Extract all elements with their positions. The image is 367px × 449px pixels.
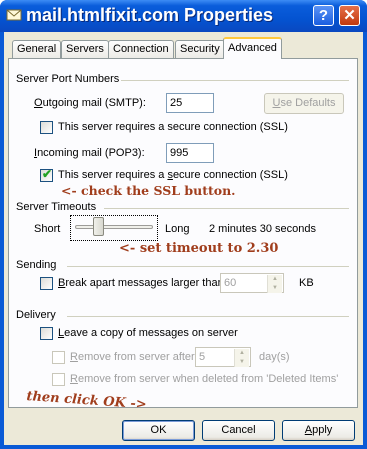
- sending-group-title: Sending: [16, 259, 57, 271]
- spin-down-icon: ▼: [272, 285, 278, 291]
- remove-deleted-checkbox[interactable]: [52, 373, 65, 386]
- leave-copy-label: Leave a copy of messages on server: [58, 327, 238, 339]
- spin-down-icon: ▼: [239, 359, 245, 365]
- break-apart-checkbox[interactable]: [40, 277, 53, 290]
- ok-annotation: then click OK ->: [25, 389, 148, 413]
- group-divider: [104, 208, 349, 209]
- dialog-client-area: General Servers Connection Security Adva…: [4, 32, 363, 445]
- group-divider: [121, 80, 349, 81]
- outgoing-ssl-label: This server requires a secure connection…: [58, 121, 288, 133]
- use-defaults-button[interactable]: Use Defaults: [264, 93, 344, 114]
- tab-servers[interactable]: Servers: [61, 40, 109, 58]
- remove-deleted-label: Remove from server when deleted from 'De…: [70, 373, 339, 385]
- spin-up-icon: ▲: [272, 276, 278, 282]
- server-ports-group-title: Server Port Numbers: [16, 73, 120, 85]
- incoming-ssl-label: This server requires a secure connection…: [58, 169, 288, 181]
- tab-advanced[interactable]: Advanced: [223, 37, 282, 59]
- leave-copy-checkbox[interactable]: [40, 327, 53, 340]
- break-apart-label: Break apart messages larger than: [58, 277, 224, 289]
- delivery-group-title: Delivery: [16, 309, 56, 321]
- help-button[interactable]: ?: [313, 5, 334, 26]
- properties-dialog: mail.htmlfixit.com Properties ? ✕ Genera…: [0, 0, 367, 449]
- title-bar[interactable]: mail.htmlfixit.com Properties ? ✕: [0, 0, 367, 32]
- remove-after-days-value: 5: [199, 351, 206, 363]
- break-apart-unit: KB: [299, 277, 314, 289]
- timeout-annotation: <- set timeout to 2.30: [119, 241, 279, 256]
- tab-general[interactable]: General: [12, 40, 62, 58]
- checkmark-icon: ✔: [42, 167, 53, 181]
- remove-after-unit: day(s): [259, 351, 290, 363]
- tab-connection[interactable]: Connection: [108, 40, 174, 58]
- incoming-port-input[interactable]: 995: [166, 143, 214, 163]
- group-divider: [67, 316, 349, 317]
- timeout-value: 2 minutes 30 seconds: [209, 223, 317, 235]
- outgoing-mail-label: Outgoing mail (SMTP):: [34, 97, 146, 109]
- envelope-icon: [6, 9, 22, 21]
- incoming-mail-label: Incoming mail (POP3):: [34, 147, 145, 159]
- remove-after-spinner[interactable]: ▲ ▼: [234, 349, 249, 367]
- timeout-slider-thumb[interactable]: [93, 217, 105, 236]
- server-timeouts-group-title: Server Timeouts: [16, 201, 97, 213]
- window-title: mail.htmlfixit.com Properties: [26, 5, 274, 25]
- close-button[interactable]: ✕: [339, 5, 360, 26]
- timeout-long-label: Long: [165, 223, 190, 235]
- remove-after-checkbox[interactable]: [52, 351, 65, 364]
- timeout-short-label: Short: [34, 223, 61, 235]
- timeout-slider-track[interactable]: [75, 225, 153, 229]
- incoming-ssl-checkbox[interactable]: ✔: [40, 167, 53, 182]
- group-divider: [67, 266, 349, 267]
- advanced-tab-panel: Server Port Numbers Outgoing mail (SMTP)…: [8, 58, 358, 412]
- outgoing-port-input[interactable]: 25: [166, 93, 214, 113]
- break-apart-spinner[interactable]: ▲ ▼: [267, 275, 282, 293]
- remove-after-days-input[interactable]: 5 ▲ ▼: [195, 347, 251, 367]
- cancel-button[interactable]: Cancel: [202, 420, 275, 441]
- break-apart-size-input[interactable]: 60 ▲ ▼: [220, 273, 284, 293]
- apply-button[interactable]: Apply: [282, 420, 355, 441]
- outgoing-ssl-checkbox[interactable]: [40, 121, 53, 134]
- ok-button[interactable]: OK: [122, 420, 195, 441]
- tab-security[interactable]: Security: [175, 40, 225, 58]
- remove-after-label: Remove from server after: [70, 351, 195, 363]
- break-apart-size-value: 60: [224, 277, 237, 289]
- spin-up-icon: ▲: [239, 350, 245, 356]
- ssl-annotation: <- check the SSL button.: [61, 183, 236, 198]
